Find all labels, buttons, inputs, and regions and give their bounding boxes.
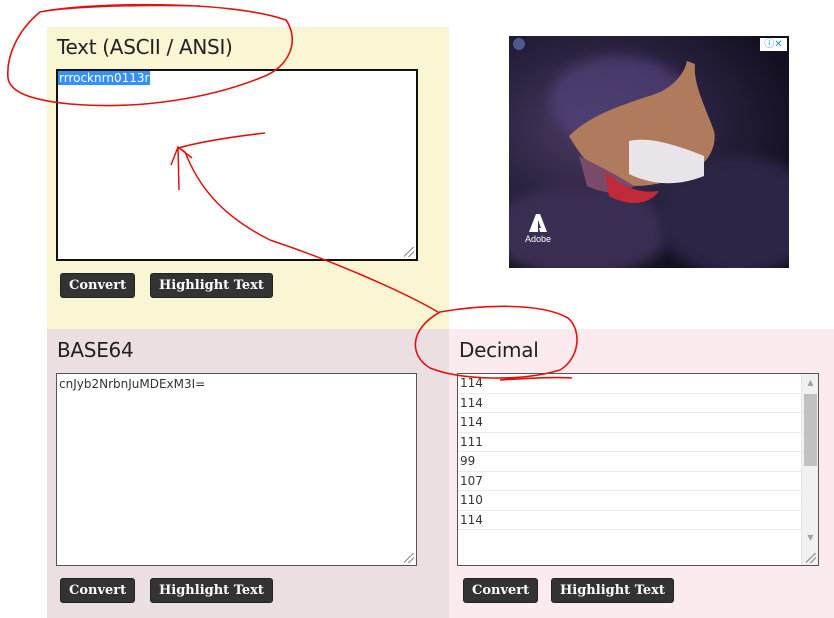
advertisement[interactable]: ⓘ✕ Adobe [509, 36, 789, 268]
decimal-list: 114 114 114 111 99 107 110 114 [458, 374, 801, 530]
adobe-logo-icon [529, 214, 547, 232]
scrollbar-thumb[interactable] [804, 394, 817, 466]
base64-panel: BASE64 cnJyb2NrbnJuMDExM3I= Convert High… [47, 329, 449, 618]
decimal-line: 114 [458, 511, 801, 530]
resize-grip-icon[interactable] [404, 553, 414, 563]
ad-close-icon[interactable]: ⓘ✕ [760, 38, 787, 51]
decimal-line: 99 [458, 452, 801, 472]
base64-highlight-button[interactable]: Highlight Text [150, 578, 273, 603]
base64-panel-heading: BASE64 [57, 338, 134, 362]
text-highlight-button[interactable]: Highlight Text [150, 273, 273, 298]
decimal-highlight-button[interactable]: Highlight Text [551, 578, 674, 603]
decimal-panel-heading: Decimal [459, 338, 539, 362]
decimal-convert-button[interactable]: Convert [463, 578, 539, 603]
decimal-input[interactable]: 114 114 114 111 99 107 110 114 ▲ ▼ [457, 373, 819, 566]
decimal-line: 107 [458, 472, 801, 491]
scroll-down-icon[interactable]: ▼ [802, 531, 818, 545]
ad-options-icon[interactable] [513, 38, 525, 50]
text-panel: Text (ASCII / ANSI) rrrocknrn0113r Conve… [47, 27, 449, 329]
decimal-line: 114 [458, 374, 801, 394]
adobe-logo: Adobe [523, 214, 553, 244]
base64-convert-button[interactable]: Convert [60, 578, 136, 603]
decimal-line: 110 [458, 491, 801, 511]
resize-grip-icon[interactable] [404, 247, 414, 257]
resize-grip-icon[interactable] [806, 553, 816, 563]
base64-value: cnJyb2NrbnJuMDExM3I= [59, 377, 206, 391]
decimal-panel: Decimal 114 114 114 111 99 107 110 114 ▲ ▼ Conv… [449, 329, 834, 618]
base64-input[interactable]: cnJyb2NrbnJuMDExM3I= [56, 373, 417, 566]
text-input[interactable]: rrrocknrn0113r [56, 69, 418, 261]
decimal-line: 114 [458, 413, 801, 433]
text-convert-button[interactable]: Convert [60, 273, 136, 298]
selected-text: rrrocknrn0113r [58, 71, 151, 85]
scroll-up-icon[interactable]: ▲ [802, 376, 818, 390]
scrollbar[interactable]: ▲ ▼ [801, 374, 818, 565]
decimal-line: 114 [458, 394, 801, 413]
ad-brand: Adobe [524, 234, 552, 244]
text-panel-heading: Text (ASCII / ANSI) [57, 35, 233, 59]
decimal-line: 111 [458, 433, 801, 452]
